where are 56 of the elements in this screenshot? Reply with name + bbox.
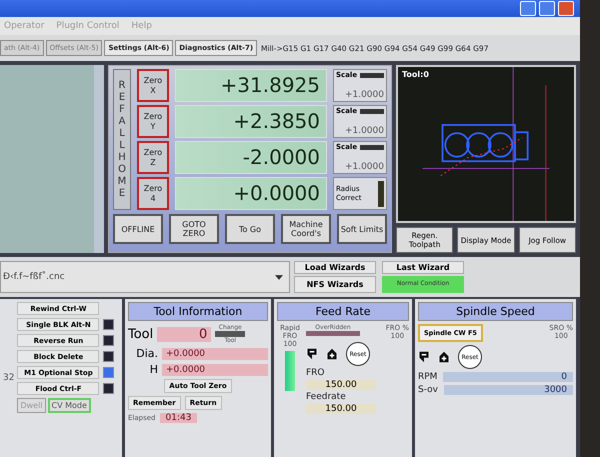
file-name: Ð‹f.f~fßf˚.cnc (3, 272, 65, 282)
dro-value: -2.0000 (175, 141, 327, 174)
elapsed-time: 01:43 (160, 413, 198, 423)
dro-button[interactable]: OFFLINE (113, 214, 163, 244)
diameter-value: +0.0000 (162, 348, 268, 360)
increase-icon[interactable] (326, 348, 338, 360)
increase-icon[interactable] (438, 351, 450, 363)
file-field[interactable]: Ð‹f.f~fßf˚.cnc (0, 261, 290, 293)
wizard-button[interactable]: Last Wizard (382, 261, 464, 274)
rpm-value: 0 (443, 372, 573, 382)
close-icon[interactable] (558, 1, 574, 16)
led (360, 73, 384, 78)
led (360, 109, 384, 114)
panel-title: Spindle Speed (418, 302, 573, 321)
dro-button[interactable]: To Go (225, 214, 275, 244)
fro-label: FRO (306, 368, 326, 378)
dro-value: +31.8925 (175, 69, 327, 102)
maximize-icon[interactable] (539, 1, 555, 16)
line-number: 32 (3, 373, 14, 383)
slider-bar[interactable] (285, 351, 295, 391)
dro-value: +2.3850 (175, 105, 327, 138)
minimize-icon[interactable] (520, 1, 536, 16)
panel-title: Feed Rate (277, 302, 409, 321)
tool-label: Tool (128, 326, 154, 342)
spindle-override-value: 3000 (444, 385, 573, 395)
wizard-button[interactable]: NFS Wizards (294, 276, 376, 293)
caret-icon[interactable] (275, 274, 283, 280)
dro-button[interactable]: GOTO ZERO (169, 214, 219, 244)
feedrate-label: Feedrate (306, 392, 347, 402)
zero-button[interactable]: Zero Z (137, 141, 169, 174)
zero-button[interactable]: Zero 4 (137, 177, 169, 210)
scale-value: +1.0000 (344, 162, 384, 172)
dro-button[interactable]: Machine Coord's (281, 214, 331, 244)
scale-value: +1.0000 (344, 126, 384, 136)
rpm-label: RPM (418, 372, 438, 382)
height-label: H (148, 363, 158, 376)
zero-button[interactable]: Zero X (137, 69, 169, 102)
tool-label: Tool:0 (402, 70, 429, 79)
tool-number: 0 (157, 326, 212, 342)
panel-title: Tool Information (128, 302, 268, 321)
ref-all-home-button[interactable]: REF ALL HOME (113, 69, 131, 210)
decrease-icon[interactable] (418, 351, 430, 363)
led (360, 145, 384, 150)
wizard-button[interactable]: Load Wizards (294, 261, 376, 274)
spindle-override-label: S-ov (418, 385, 438, 395)
feedrate-value: 150.00 (306, 404, 376, 414)
dro-value: +0.0000 (175, 177, 327, 210)
fro-value: 150.00 (306, 380, 376, 390)
scale-value: +1.0000 (344, 90, 384, 100)
dro-button[interactable]: Soft Limits (337, 214, 387, 244)
diameter-label: Dia. (135, 347, 158, 360)
zero-button[interactable]: Zero Y (137, 105, 169, 138)
mode-button[interactable]: CV Mode (48, 398, 91, 413)
decrease-icon[interactable] (306, 348, 318, 360)
overridden-led (306, 331, 360, 336)
height-value: +0.0000 (162, 364, 268, 376)
